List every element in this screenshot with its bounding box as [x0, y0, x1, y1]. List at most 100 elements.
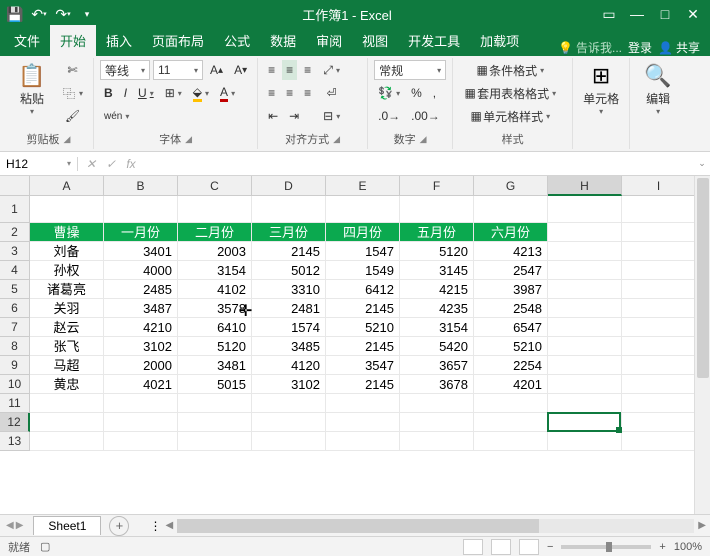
number-format-combo[interactable]: 常规▾	[374, 60, 446, 80]
accounting-button[interactable]: 💱▾	[374, 83, 404, 103]
cell[interactable]	[252, 413, 326, 432]
cell[interactable]: 2000	[104, 356, 178, 375]
cell[interactable]	[30, 413, 104, 432]
cell[interactable]	[548, 196, 622, 223]
cell[interactable]: 2145	[252, 242, 326, 261]
cell[interactable]: 3485	[252, 337, 326, 356]
save-icon[interactable]: 💾	[4, 3, 26, 25]
cell[interactable]: 6412	[326, 280, 400, 299]
cell[interactable]	[400, 196, 474, 223]
vertical-scrollbar[interactable]	[694, 176, 710, 514]
cell[interactable]	[548, 394, 622, 413]
add-sheet-button[interactable]: +	[109, 516, 129, 536]
cell[interactable]	[30, 394, 104, 413]
cell[interactable]: 3481	[178, 356, 252, 375]
cell[interactable]	[400, 413, 474, 432]
cell[interactable]	[548, 299, 622, 318]
cell[interactable]: 5015	[178, 375, 252, 394]
expand-formula-icon[interactable]: ⌄	[694, 158, 710, 169]
cell[interactable]	[178, 413, 252, 432]
cell[interactable]	[178, 432, 252, 451]
cell[interactable]	[474, 432, 548, 451]
cell[interactable]: 4235	[400, 299, 474, 318]
cell[interactable]: 3102	[252, 375, 326, 394]
cell[interactable]: 3145	[400, 261, 474, 280]
cell[interactable]	[178, 196, 252, 223]
col-header[interactable]: F	[400, 176, 474, 196]
align-center-button[interactable]: ≡	[282, 83, 297, 103]
normal-view-button[interactable]	[463, 539, 483, 555]
cell[interactable]	[178, 394, 252, 413]
cell[interactable]	[548, 375, 622, 394]
cell[interactable]	[104, 413, 178, 432]
ribbon-options-icon[interactable]: ▭	[596, 3, 622, 25]
cell[interactable]	[622, 394, 696, 413]
cell[interactable]	[622, 337, 696, 356]
cell[interactable]	[548, 318, 622, 337]
align-left-button[interactable]: ≡	[264, 83, 279, 103]
col-header[interactable]: C	[178, 176, 252, 196]
cell[interactable]: 马超	[30, 356, 104, 375]
cell[interactable]	[622, 280, 696, 299]
merge-button[interactable]: ⊟▾	[319, 106, 344, 126]
cell[interactable]	[548, 356, 622, 375]
col-header[interactable]: B	[104, 176, 178, 196]
cell[interactable]	[104, 432, 178, 451]
underline-button[interactable]: U▾	[134, 83, 158, 103]
cell[interactable]: 1547	[326, 242, 400, 261]
page-break-view-button[interactable]	[519, 539, 539, 555]
cell[interactable]: 六月份	[474, 223, 548, 242]
cell[interactable]: 5012	[252, 261, 326, 280]
cell[interactable]: 三月份	[252, 223, 326, 242]
cell[interactable]: 一月份	[104, 223, 178, 242]
cell[interactable]: 6410	[178, 318, 252, 337]
cell[interactable]: 4000	[104, 261, 178, 280]
cell[interactable]: 1574	[252, 318, 326, 337]
cell[interactable]	[30, 196, 104, 223]
cell[interactable]: 3678	[400, 375, 474, 394]
cell[interactable]	[622, 242, 696, 261]
maximize-icon[interactable]: □	[652, 3, 678, 25]
cell[interactable]	[548, 337, 622, 356]
cell[interactable]: 3154	[178, 261, 252, 280]
cell[interactable]: 张飞	[30, 337, 104, 356]
increase-indent-button[interactable]: ⇥	[285, 106, 303, 126]
grow-font-button[interactable]: A▴	[206, 60, 227, 80]
qat-customize-icon[interactable]: ▾	[76, 3, 98, 25]
tab-insert[interactable]: 插入	[96, 25, 142, 56]
conditional-format-button[interactable]: ▦ 条件格式▾	[459, 60, 560, 80]
tab-view[interactable]: 视图	[352, 25, 398, 56]
cell[interactable]: 3987	[474, 280, 548, 299]
cell[interactable]: 3310	[252, 280, 326, 299]
copy-button[interactable]: ⿻▾	[58, 83, 87, 103]
cell[interactable]	[104, 196, 178, 223]
decrease-decimal-button[interactable]: .00→	[407, 106, 444, 126]
align-top-button[interactable]: ≡	[264, 60, 279, 80]
cell[interactable]: 2548	[474, 299, 548, 318]
cell[interactable]: 曹操	[30, 223, 104, 242]
col-header[interactable]: I	[622, 176, 696, 196]
cell[interactable]: 2145	[326, 375, 400, 394]
share-button[interactable]: 👤 共享	[658, 39, 700, 56]
shrink-font-button[interactable]: A▾	[230, 60, 251, 80]
cell[interactable]	[474, 394, 548, 413]
row-header[interactable]: 2	[0, 223, 30, 242]
cell-styles-button[interactable]: ▦ 单元格样式▾	[459, 106, 560, 126]
row-header[interactable]: 10	[0, 375, 30, 394]
cell[interactable]	[548, 432, 622, 451]
format-painter-button[interactable]: 🖌	[58, 106, 87, 126]
cell[interactable]: 刘备	[30, 242, 104, 261]
font-size-combo[interactable]: 11▾	[153, 60, 203, 80]
cell[interactable]	[326, 394, 400, 413]
cell[interactable]	[252, 432, 326, 451]
minimize-icon[interactable]: —	[624, 3, 650, 25]
tab-review[interactable]: 审阅	[306, 25, 352, 56]
cell[interactable]: 3401	[104, 242, 178, 261]
cell[interactable]: 四月份	[326, 223, 400, 242]
cell[interactable]: 2003	[178, 242, 252, 261]
cell[interactable]	[104, 394, 178, 413]
cell[interactable]	[252, 196, 326, 223]
sign-in[interactable]: 登录	[628, 39, 652, 56]
col-header[interactable]: A	[30, 176, 104, 196]
cell[interactable]	[252, 394, 326, 413]
